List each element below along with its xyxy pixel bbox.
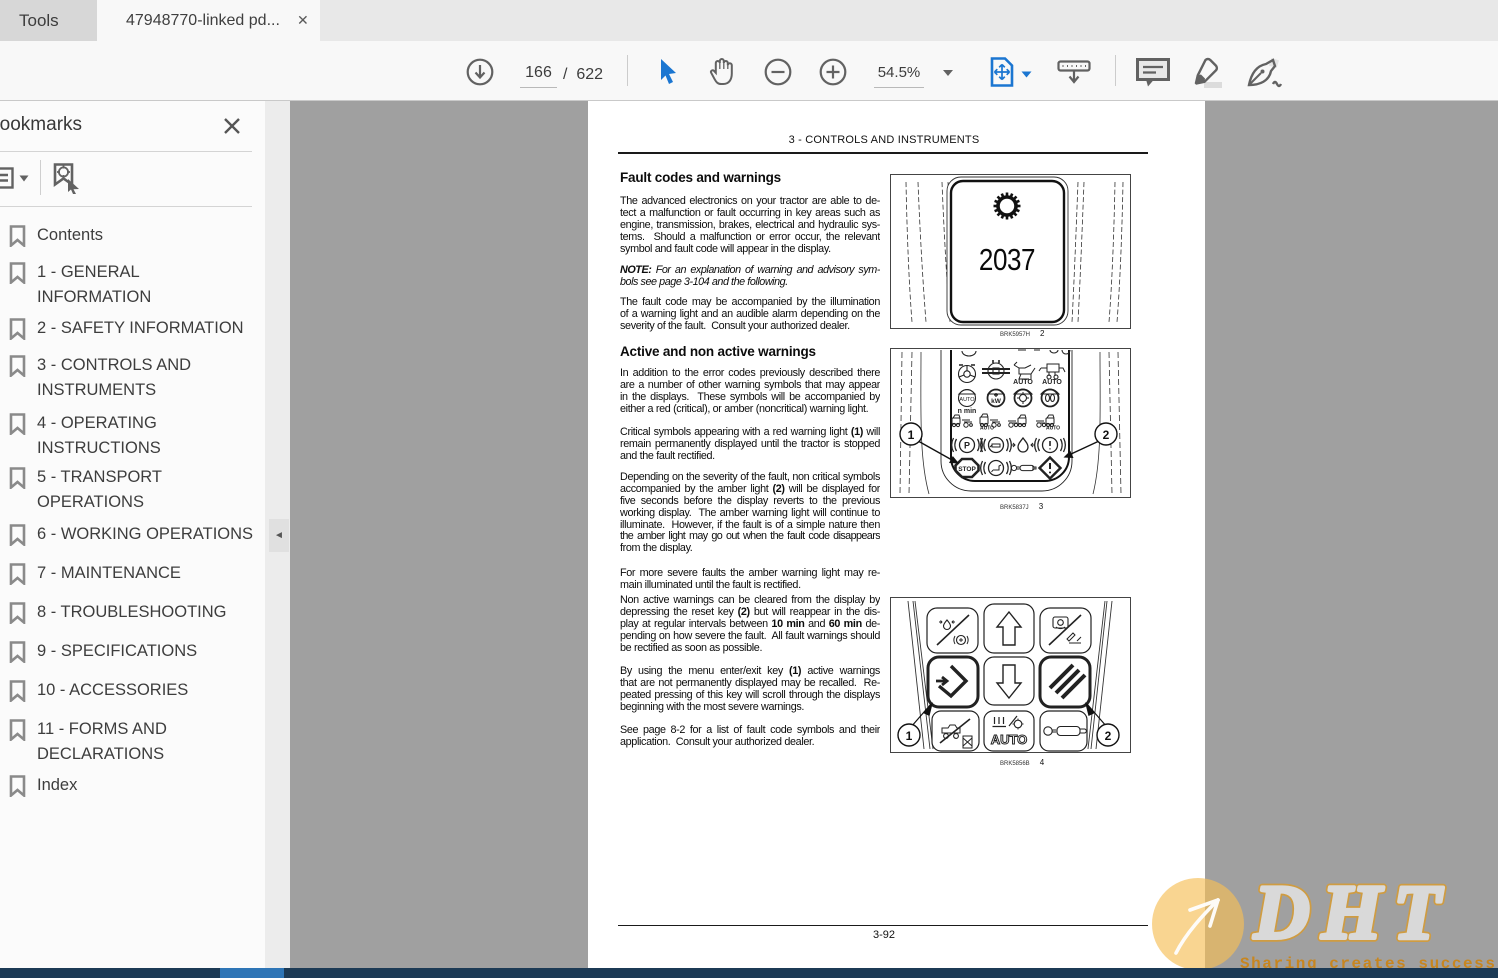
svg-text:kW: kW: [991, 398, 1002, 405]
svg-text:AUTO: AUTO: [1046, 426, 1060, 432]
svg-text:AUTO: AUTO: [1042, 379, 1062, 386]
svg-text:n min: n min: [958, 408, 977, 415]
svg-text:P: P: [964, 441, 970, 451]
svg-text:AUTO: AUTO: [959, 397, 975, 403]
svg-text:DHT: DHT: [1253, 870, 1453, 950]
svg-text:2037: 2037: [979, 243, 1035, 278]
svg-text:1: 1: [906, 729, 913, 743]
svg-text:1: 1: [908, 428, 915, 442]
svg-text:AUTO: AUTO: [980, 426, 994, 432]
svg-text:AUTO: AUTO: [991, 732, 1028, 747]
svg-text:2: 2: [1105, 729, 1112, 743]
svg-text:STOP: STOP: [958, 466, 976, 473]
svg-text:2: 2: [1103, 428, 1110, 442]
svg-text:AUTO: AUTO: [1013, 379, 1033, 386]
